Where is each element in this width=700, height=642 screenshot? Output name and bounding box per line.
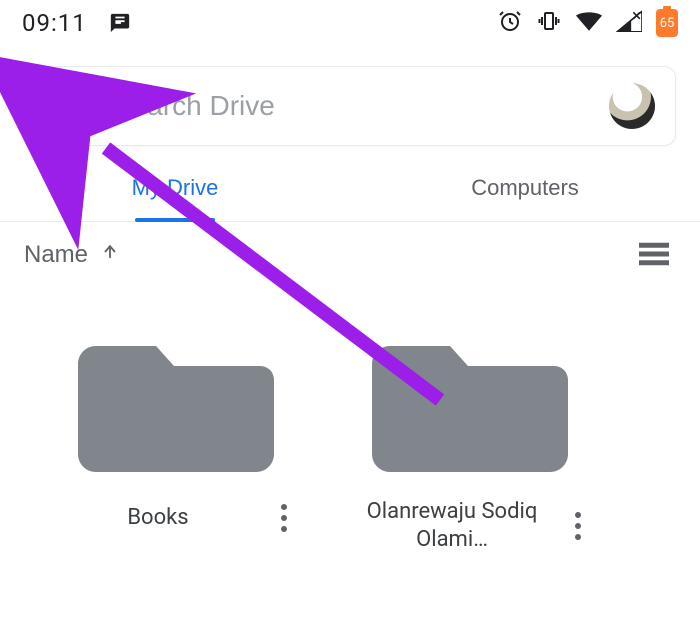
more-vertical-icon	[575, 512, 581, 518]
status-icons: 65	[498, 9, 678, 37]
folder-grid: Books Olanrewaju Sodiq Olami…	[0, 288, 700, 553]
folder-more-button[interactable]	[264, 498, 304, 538]
cellular-signal-icon	[616, 10, 642, 36]
search-bar	[24, 66, 676, 146]
vibrate-icon	[536, 9, 562, 37]
sort-label: Name	[24, 241, 88, 269]
android-status-bar: 09:11 65	[0, 0, 700, 46]
list-view-icon	[639, 242, 669, 269]
hamburger-menu-button[interactable]	[49, 84, 93, 128]
folder-more-button[interactable]	[558, 506, 598, 546]
search-input[interactable]	[113, 90, 589, 122]
account-avatar-button[interactable]	[609, 83, 655, 129]
folder-card[interactable]: Olanrewaju Sodiq Olami…	[342, 324, 602, 553]
tab-my-drive[interactable]: My Drive	[0, 154, 350, 221]
sort-button[interactable]: Name	[24, 241, 120, 269]
alarm-icon	[498, 9, 522, 37]
tab-computers[interactable]: Computers	[350, 154, 700, 221]
status-clock: 09:11	[22, 9, 87, 37]
folder-name: Olanrewaju Sodiq Olami…	[346, 498, 558, 553]
wifi-icon	[576, 11, 602, 35]
drive-tabs: My Drive Computers	[0, 154, 700, 222]
arrow-up-icon	[100, 241, 120, 269]
folder-card[interactable]: Books	[48, 324, 308, 553]
folder-icon	[372, 324, 572, 478]
battery-icon: 65	[656, 9, 678, 37]
folder-icon	[78, 324, 278, 478]
message-notification-icon	[109, 12, 131, 34]
view-toggle-button[interactable]	[632, 233, 676, 277]
menu-icon	[49, 105, 64, 108]
more-vertical-icon	[281, 504, 287, 510]
folder-name: Books	[52, 504, 264, 532]
